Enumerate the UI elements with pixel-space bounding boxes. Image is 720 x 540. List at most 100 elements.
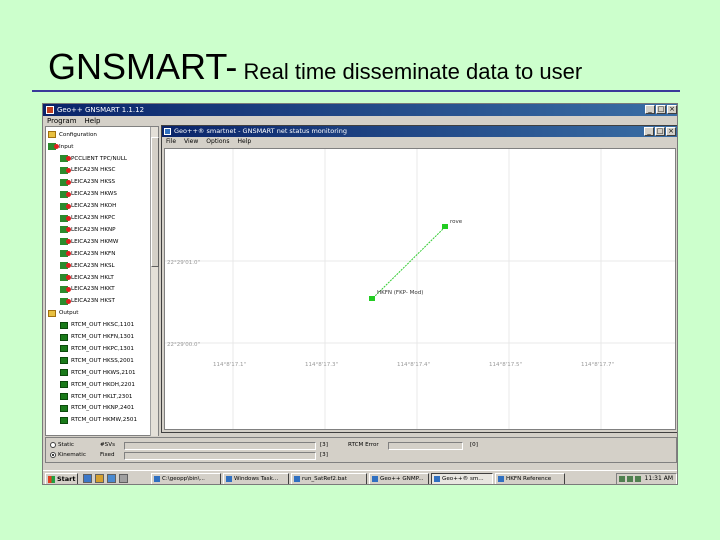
tree-item[interactable]: RTCM_OUT HKNP,2401 (60, 403, 134, 415)
taskbar-button[interactable]: Geo++ GNMP... (369, 473, 429, 484)
tree-item[interactable]: Output (48, 308, 78, 320)
tree-item-label: LEICA23N HKSL (71, 262, 115, 269)
taskbar-button[interactable]: C:\geopp\bin\... (151, 473, 221, 484)
tree-item[interactable]: RTCM_OUT HKSC,1101 (60, 319, 134, 331)
net-status-window: Geo++® smartnet - GNSMART net status mon… (161, 125, 677, 433)
input-status-icon (60, 214, 71, 222)
title-underline (32, 90, 680, 92)
tree-item-label: LEICA23N HKST (71, 298, 115, 305)
inner-close-button[interactable]: × (666, 127, 676, 136)
baseline-vector (371, 226, 446, 300)
taskbar-button-label: Geo++® sm... (442, 476, 484, 482)
tree-item-label: RTCM_OUT HKLT,2301 (71, 393, 133, 400)
taskbar-button[interactable]: Geo++® sm... (431, 473, 493, 484)
outer-window-title: Geo++ GNSMART 1.1.12 (57, 106, 145, 114)
menu-options[interactable]: Options (206, 137, 229, 147)
taskbar-button[interactable]: Windows Task... (223, 473, 289, 484)
task-app-icon (294, 476, 300, 482)
inner-title-bar[interactable]: Geo++® smartnet - GNSMART net status mon… (162, 126, 677, 137)
tree-item[interactable]: LEICA23N HKSC (60, 165, 115, 177)
taskbar-button[interactable]: run_SatRef2.bat (291, 473, 367, 484)
tree-item[interactable]: LEICA23N HKOH (60, 200, 116, 212)
minimize-button[interactable]: _ (645, 105, 655, 114)
quicklaunch-desktop-icon[interactable] (107, 474, 116, 483)
tree-item[interactable]: RTCM_OUT HKPC,1301 (60, 343, 134, 355)
tree-item[interactable]: RTCM_OUT HKFN,1301 (60, 331, 134, 343)
quicklaunch-app-icon[interactable] (119, 474, 128, 483)
output-icon (48, 309, 56, 317)
position-map[interactable]: 22°29'01.0" 22°29'00.0" 114°8'17.1" 114°8'1… (164, 148, 676, 430)
tree-item[interactable]: RTCM_OUT HKMW,2501 (60, 415, 137, 427)
inner-menu-bar: File View Options Help (162, 137, 677, 147)
output-status-icon (60, 345, 68, 353)
tray-volume-icon[interactable] (627, 476, 633, 482)
static-radio[interactable] (50, 442, 56, 448)
input-status-icon (60, 297, 71, 305)
taskbar-button[interactable]: HKFN Reference (495, 473, 565, 484)
windows-logo-icon (48, 476, 55, 483)
outer-title-bar[interactable]: Geo++ GNSMART 1.1.12 _ □ × (43, 104, 677, 116)
input-status-icon (60, 262, 71, 270)
start-button[interactable]: Start (45, 473, 78, 484)
tree-item[interactable]: LEICA23N HKPC (60, 212, 115, 224)
start-label: Start (57, 475, 76, 483)
tree-item[interactable]: PCCLIENT TPC/NULL (60, 153, 127, 165)
output-status-icon (60, 381, 68, 389)
slide-title-sub: Real time disseminate data to user (237, 59, 583, 84)
reference-station-marker[interactable] (369, 296, 375, 301)
slide-title: GNSMART- Real time disseminate data to u… (48, 46, 582, 88)
menu-view[interactable]: View (184, 137, 198, 147)
tree-item[interactable]: Input (48, 141, 73, 153)
tree-item-label: LEICA23N HKMW (71, 238, 119, 245)
menu-file[interactable]: File (166, 137, 176, 147)
static-option[interactable]: Static (50, 442, 74, 448)
tree-item-label: LEICA23N HKOH (71, 203, 117, 210)
tree-item[interactable]: LEICA23N HKWS (60, 189, 117, 201)
tree-scrollbar[interactable] (150, 127, 159, 436)
input-status-icon (60, 155, 71, 163)
rtcm-error-label: RTCM Error (348, 442, 379, 448)
module-tree[interactable]: Configuration Input PCCLIENT TPC/NULL LEICA… (45, 126, 159, 436)
gnsmart-screenshot: Geo++ GNSMART 1.1.12 _ □ × Program Help … (42, 103, 678, 485)
tree-item[interactable]: LEICA23N HKSL (60, 260, 115, 272)
tree-item[interactable]: LEICA23N HKFN (60, 248, 115, 260)
input-status-icon (60, 226, 71, 234)
tree-item[interactable]: LEICA23N HKST (60, 296, 115, 308)
menu-program[interactable]: Program (47, 116, 77, 126)
tree-item[interactable]: RTCM_OUT HKOH,2201 (60, 379, 135, 391)
kinematic-radio[interactable] (50, 452, 56, 458)
inner-maximize-button[interactable]: □ (655, 127, 665, 136)
svs-label: #SVs (100, 442, 115, 448)
output-status-icon (60, 416, 68, 424)
windows-taskbar: Start C:\geopp\bin\... Windows Task... run… (43, 470, 677, 484)
maximize-button[interactable]: □ (656, 105, 666, 114)
inner-minimize-button[interactable]: _ (644, 127, 654, 136)
svs-field (124, 442, 316, 450)
tree-item-label: LEICA23N HKWS (71, 191, 117, 198)
quicklaunch-ie-icon[interactable] (83, 474, 92, 483)
tree-item-label: Configuration (59, 131, 97, 138)
input-icon (48, 143, 59, 151)
tree-item[interactable]: LEICA23N HKKT (60, 284, 115, 296)
tree-item[interactable]: LEICA23N HKNP (60, 224, 116, 236)
tree-item[interactable]: RTCM_OUT HKLT,2301 (60, 391, 132, 403)
kinematic-option[interactable]: Kinematic (50, 452, 86, 458)
rtcm-error-count: [0] (470, 442, 478, 448)
tree-item[interactable]: LEICA23N HKMW (60, 236, 118, 248)
menu-inner-help[interactable]: Help (237, 137, 251, 147)
menu-help[interactable]: Help (85, 116, 101, 126)
tree-item[interactable]: LEICA23N HKLT (60, 272, 114, 284)
rover-marker[interactable] (442, 224, 448, 229)
tree-item-label: Output (59, 310, 79, 317)
tree-item[interactable]: RTCM_OUT HKSS,2001 (60, 355, 134, 367)
map-x-tick: 114°8'17.7" (581, 362, 614, 368)
tree-scroll-thumb[interactable] (151, 137, 159, 267)
tray-clock: 11:31 AM (644, 475, 673, 482)
tree-item[interactable]: RTCM_OUT HKWS,2101 (60, 367, 136, 379)
tray-app-icon[interactable] (635, 476, 641, 482)
tray-network-icon[interactable] (619, 476, 625, 482)
close-button[interactable]: × (667, 105, 677, 114)
quicklaunch-outlook-icon[interactable] (95, 474, 104, 483)
tree-item[interactable]: Configuration (48, 129, 97, 141)
tree-item[interactable]: LEICA23N HKSS (60, 177, 115, 189)
